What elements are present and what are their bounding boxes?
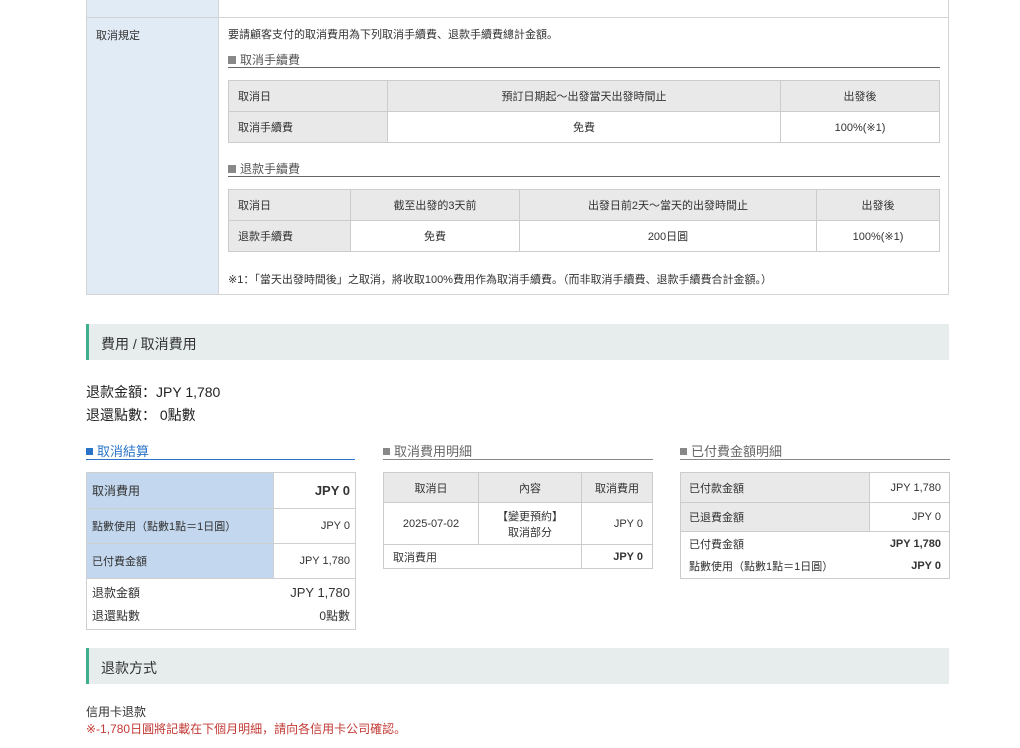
table-cell: 點數使用（點數1點＝1日圓） [689,561,834,573]
table-row: 2025-07-02 【變更預約】 取消部分 JPY 0 [383,502,653,545]
table-header-cell: 取消日 [383,472,479,503]
table-cell: 已付款金額 [680,472,870,503]
table-cell: JPY 0 [581,544,653,569]
section-title: 費用 / 取消費用 [101,336,197,352]
table-cell: 0點數 [319,609,350,623]
table-header-cell: 出發後 [816,189,940,221]
table-cell: 200日圓 [519,220,817,252]
table-header-cell: 內容 [478,472,582,503]
table-row: 取消手續費 免費 100%(※1) [228,111,940,143]
table-row: 已付費金額 JPY 1,780 [681,533,949,555]
refund-fee-table: 取消日 截至出發的3天前 出發日前2天～當天的出發時間止 出發後 退款手續費 免… [228,189,940,252]
refund-method-value: 信用卡退款 [86,705,147,719]
table-header-cell: 截至出發的3天前 [350,189,520,221]
table-cell: 退款手續費 [228,220,351,252]
refund-points-line: 退還點數： 0點數 [86,405,196,425]
policy-label-cell [87,0,219,294]
square-bullet-icon [228,165,236,173]
refund-method-note: ※-1,780日圓將記載在下個月明細，請向各信用卡公司確認。 [86,722,407,736]
table-cell: 退還點數 [92,609,141,623]
table-cell: 點數使用（點數1點＝1日圓） [86,508,274,544]
table-cell: 100%(※1) [816,220,940,252]
table-header-cell: 出發後 [780,80,940,112]
table-header-row: 取消日 內容 取消費用 [383,472,653,503]
table-row: 已退費金額 JPY 0 [680,502,950,532]
table-header-cell: 取消費用 [581,472,653,503]
table-cell: 已付費金額 [86,543,274,579]
table-header-cell: 預訂日期起～出發當天出發時間止 [387,80,781,112]
cancel-detail-rule [383,459,653,460]
refund-points-value: 0點數 [159,407,196,423]
refund-fee-heading: 退款手續費 [228,160,300,177]
refund-points-label: 退還點數： [86,407,156,423]
fees-section-header: 費用 / 取消費用 [86,324,949,360]
table-cell: JPY 1,780 [273,543,356,579]
table-header-cell: 出發日前2天～當天的出發時間止 [519,189,817,221]
square-bullet-icon [86,448,93,455]
cancel-fee-rule [228,67,940,68]
section-title: 退款方式 [101,660,157,676]
table-header-row: 取消日 預訂日期起～出發當天出發時間止 出發後 [228,80,940,112]
refund-method-section-header: 退款方式 [86,648,949,684]
settlement-rule [86,459,355,460]
cancel-detail-table: 取消日 內容 取消費用 2025-07-02 【變更預約】 取消部分 JPY 0… [383,472,653,569]
paid-detail-totals: 已付費金額 JPY 1,780 點數使用（點數1點＝1日圓） JPY 0 [680,531,950,579]
table-row: 已付費金額 JPY 1,780 [86,543,356,579]
table-cell: JPY 1,780 [889,538,941,550]
table-cell: 免費 [387,111,781,143]
table-cell: JPY 1,780 [869,472,950,503]
table-cell: 退款金額 [92,586,141,600]
settlement-table: 取消費用 JPY 0 點數使用（點數1點＝1日圓） JPY 0 已付費金額 JP… [86,472,356,579]
table-cell: 免費 [350,220,520,252]
refund-amount-line: 退款金額：JPY 1,780 [86,382,220,402]
policy-intro: 要請顧客支付的取消費用為下列取消手續費、退款手續費總計金額。 [228,29,558,41]
table-row: 退還點數 0點數 [87,604,355,627]
settlement-totals: 退款金額 JPY 1,780 退還點數 0點數 [86,578,356,630]
table-cell: JPY 1,780 [290,585,350,600]
table-cell: JPY 0 [581,502,653,545]
policy-footnote: ※1：「當天出發時間後」之取消，將收取100%費用作為取消手續費。（而非取消手續… [228,274,772,286]
refund-amount-label: 退款金額： [86,384,156,400]
table-header-cell: 取消日 [228,189,351,221]
table-row: 點數使用（點數1點＝1日圓） JPY 0 [681,555,949,577]
table-row: 取消費用 JPY 0 [86,472,356,509]
table-header-cell: 取消日 [228,80,388,112]
policy-divider [87,17,948,18]
table-header-row: 取消日 截至出發的3天前 出發日前2天～當天的出發時間止 出發後 [228,189,940,221]
cancel-detail-heading: 取消費用明細 [383,441,472,460]
paid-detail-table: 已付款金額 JPY 1,780 已退費金額 JPY 0 [680,472,950,532]
table-cell: 已付費金額 [689,539,744,551]
table-cell: 【變更預約】 取消部分 [478,502,582,545]
cancel-fee-table: 取消日 預訂日期起～出發當天出發時間止 出發後 取消手續費 免費 100%(※1… [228,80,940,143]
content-line: 取消部分 [508,526,552,539]
refund-fee-rule [228,176,940,177]
square-bullet-icon [383,448,390,455]
settlement-heading: 取消結算 [86,441,149,460]
table-cell: JPY 0 [273,472,356,509]
cancel-fee-heading: 取消手續費 [228,51,300,68]
table-row: 已付款金額 JPY 1,780 [680,472,950,503]
paid-detail-heading: 已付費金額明細 [680,441,782,460]
table-cell: 取消手續費 [228,111,388,143]
table-cell: JPY 0 [869,502,950,532]
table-row: 點數使用（點數1點＝1日圓） JPY 0 [86,508,356,544]
table-total-row: 取消費用 JPY 0 [383,544,653,569]
table-cell: 100%(※1) [780,111,940,143]
table-cell: 2025-07-02 [383,502,479,545]
table-cell: JPY 0 [273,508,356,544]
table-row: 退款金額 JPY 1,780 [87,581,355,604]
policy-label: 取消規定 [96,30,140,42]
table-cell: 取消費用 [86,472,274,509]
table-cell: 取消費用 [383,544,582,569]
table-cell: 已退費金額 [680,502,870,532]
table-cell: JPY 0 [911,560,941,572]
table-row: 退款手續費 免費 200日圓 100%(※1) [228,220,940,252]
square-bullet-icon [228,56,236,64]
square-bullet-icon [680,448,687,455]
refund-amount-value: JPY 1,780 [156,384,221,400]
content-line: 【變更預約】 [497,510,563,523]
paid-detail-rule [680,459,950,460]
